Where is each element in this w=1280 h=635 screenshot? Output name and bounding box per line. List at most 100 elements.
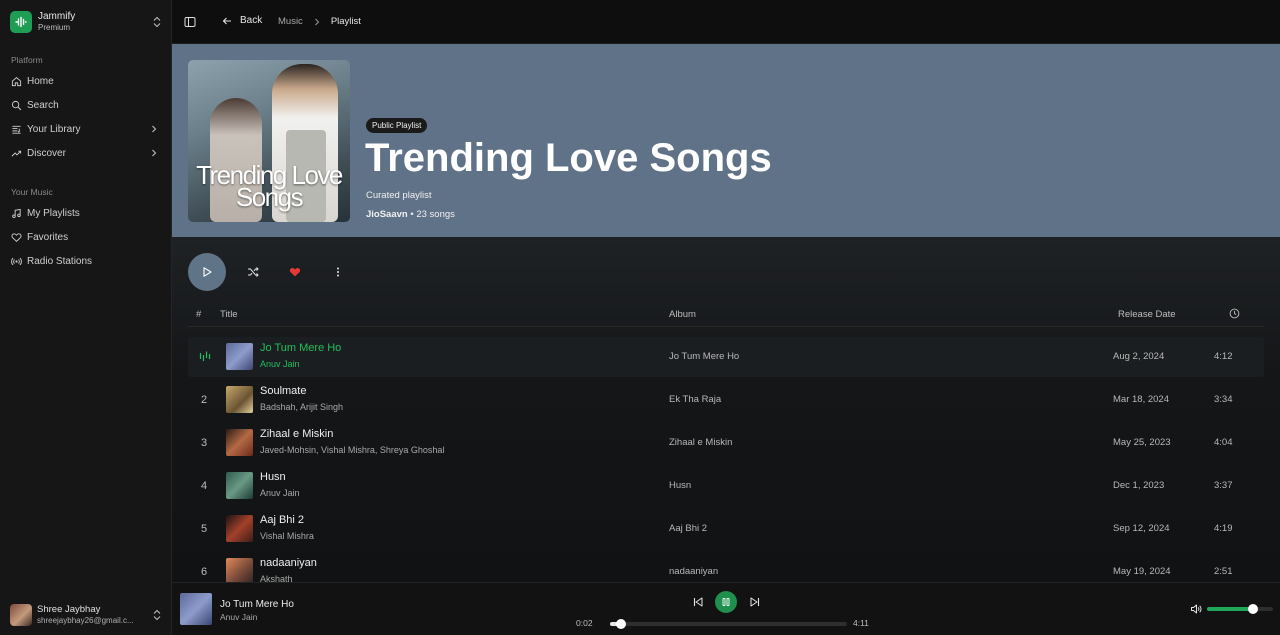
- track-number: 2: [200, 394, 208, 406]
- track-album[interactable]: Husn: [669, 480, 691, 491]
- track-artist[interactable]: Anuv Jain: [260, 359, 300, 369]
- sidebar-item-label: Discover: [27, 147, 66, 159]
- track-artist[interactable]: Badshah, Arijit Singh: [260, 402, 343, 412]
- sidebar-item-label: Favorites: [27, 231, 69, 243]
- playlist-header: Trending Love Songs Public Playlist Tren…: [172, 44, 1280, 237]
- skip-forward-icon[interactable]: [749, 596, 761, 608]
- sidebar-item-my-playlists[interactable]: My Playlists: [6, 203, 164, 223]
- sidebar-item-radio-stations[interactable]: Radio Stations: [6, 251, 164, 271]
- skip-back-icon[interactable]: [692, 596, 704, 608]
- track-duration: 3:37: [1214, 480, 1233, 491]
- play-icon: [203, 267, 212, 277]
- track-artwork: [226, 515, 253, 542]
- track-album[interactable]: Zihaal e Miskin: [669, 437, 732, 448]
- music-note-icon: [12, 208, 21, 218]
- track-artwork: [226, 343, 253, 370]
- track-artist[interactable]: Vishal Mishra: [260, 531, 314, 541]
- now-playing-artist[interactable]: Anuv Jain: [220, 612, 257, 622]
- page-title: Trending Love Songs: [365, 136, 772, 180]
- cover-title: Trending Love Songs: [196, 160, 343, 212]
- chevrons-up-down-icon: [153, 609, 161, 621]
- table-row[interactable]: 2 Soulmate Badshah, Arijit Singh Ek Tha Raj…: [188, 380, 1264, 420]
- topbar: Back Music Playlist: [172, 0, 1280, 44]
- brand-switcher[interactable]: Jammify Premium: [10, 10, 162, 34]
- shuffle-icon[interactable]: [247, 266, 259, 278]
- equalizer-icon: [199, 351, 211, 361]
- table-row[interactable]: 5 Aaj Bhi 2 Vishal Mishra Aaj Bhi 2 Sep 12, …: [188, 509, 1264, 549]
- track-artist[interactable]: Anuv Jain: [260, 488, 300, 498]
- track-title[interactable]: Aaj Bhi 2: [260, 514, 304, 526]
- volume-handle[interactable]: [1248, 604, 1259, 614]
- track-title[interactable]: Husn: [260, 471, 286, 483]
- heart-icon[interactable]: [289, 266, 301, 278]
- track-title[interactable]: Jo Tum Mere Ho: [260, 342, 341, 354]
- track-number: 4: [200, 480, 208, 492]
- table-row[interactable]: 6 nadaaniyan Akshath nadaaniyan May 19, 2024…: [188, 552, 1264, 582]
- sidebar-item-label: Home: [27, 75, 54, 87]
- table-header: # Title Album Release Date: [188, 305, 1264, 327]
- chevron-right-icon: [152, 125, 157, 133]
- track-release-date: May 19, 2024: [1113, 566, 1171, 577]
- track-album[interactable]: Jo Tum Mere Ho: [669, 351, 739, 362]
- chevron-right-icon: [314, 18, 320, 25]
- heart-icon: [11, 232, 22, 242]
- sidebar-item-search[interactable]: Search: [6, 95, 164, 115]
- track-album[interactable]: Ek Tha Raja: [669, 394, 721, 405]
- track-release-date: Mar 18, 2024: [1113, 394, 1169, 405]
- sidebar-item-your-library[interactable]: Your Library: [6, 119, 164, 139]
- seek-handle[interactable]: [615, 619, 626, 629]
- seek-bar[interactable]: [610, 619, 847, 629]
- search-icon: [11, 100, 22, 110]
- volume-icon[interactable]: [1190, 603, 1202, 615]
- sidebar-toggle-icon[interactable]: [184, 16, 196, 28]
- track-release-date: May 25, 2023: [1113, 437, 1171, 448]
- trending-icon: [11, 150, 22, 157]
- more-vertical-icon[interactable]: [332, 266, 344, 278]
- track-duration: 4:19: [1214, 523, 1233, 534]
- track-duration: 2:51: [1214, 566, 1233, 577]
- playlist-owner[interactable]: JioSaavn: [366, 209, 408, 220]
- track-title[interactable]: Soulmate: [260, 385, 306, 397]
- arrow-left-icon: [222, 17, 231, 24]
- sidebar-item-label: Search: [27, 99, 59, 111]
- total-time: 4:11: [853, 618, 869, 628]
- header-title: Title: [220, 309, 238, 320]
- track-artist[interactable]: Javed-Mohsin, Vishal Mishra, Shreya Ghos…: [260, 445, 444, 455]
- playlist-meta: JioSaavn • 23 songs: [366, 209, 455, 220]
- breadcrumb-music[interactable]: Music: [278, 16, 303, 27]
- track-artwork: [226, 429, 253, 456]
- track-artist[interactable]: Akshath: [260, 574, 293, 582]
- player-bar: Jo Tum Mere Ho Anuv Jain 0:02 4:11: [172, 582, 1280, 635]
- back-label: Back: [240, 15, 263, 26]
- user-name: Shree Jaybhay: [37, 603, 101, 615]
- track-artwork: [226, 558, 253, 582]
- table-row[interactable]: 3 Zihaal e Miskin Javed-Mohsin, Vishal Mis…: [188, 423, 1264, 463]
- pause-icon: [722, 598, 730, 606]
- pause-button[interactable]: [715, 591, 737, 613]
- track-number: 6: [200, 566, 208, 578]
- sidebar-item-discover[interactable]: Discover: [6, 143, 164, 163]
- track-title[interactable]: nadaaniyan: [260, 557, 317, 569]
- back-button[interactable]: Back: [222, 15, 262, 26]
- now-playing-title[interactable]: Jo Tum Mere Ho: [220, 599, 294, 610]
- sidebar-item-label: My Playlists: [27, 207, 80, 219]
- sidebar-item-home[interactable]: Home: [6, 71, 164, 91]
- volume-level: [1207, 607, 1254, 611]
- sidebar-item-label: Your Library: [27, 123, 81, 135]
- track-release-date: Sep 12, 2024: [1113, 523, 1170, 534]
- breadcrumb: Music Playlist: [278, 16, 361, 27]
- current-time: 0:02: [576, 618, 593, 628]
- track-title[interactable]: Zihaal e Miskin: [260, 428, 333, 440]
- track-album[interactable]: Aaj Bhi 2: [669, 523, 707, 534]
- track-number: 5: [200, 523, 208, 535]
- sidebar-item-favorites[interactable]: Favorites: [6, 227, 164, 247]
- sidebar-item-label: Radio Stations: [27, 255, 93, 267]
- user-menu[interactable]: Shree Jaybhay shreejaybhay26@gmail.c...: [10, 602, 162, 628]
- volume-slider[interactable]: [1207, 604, 1273, 614]
- table-row[interactable]: Jo Tum Mere Ho Anuv Jain Jo Tum Mere Ho Aug…: [188, 337, 1264, 377]
- track-album[interactable]: nadaaniyan: [669, 566, 718, 577]
- app-root: Jammify Premium Platform Home Search You…: [0, 0, 1280, 635]
- table-row[interactable]: 4 Husn Anuv Jain Husn Dec 1, 2023 3:37: [188, 466, 1264, 506]
- track-duration: 4:12: [1214, 351, 1233, 362]
- play-button[interactable]: [188, 253, 226, 291]
